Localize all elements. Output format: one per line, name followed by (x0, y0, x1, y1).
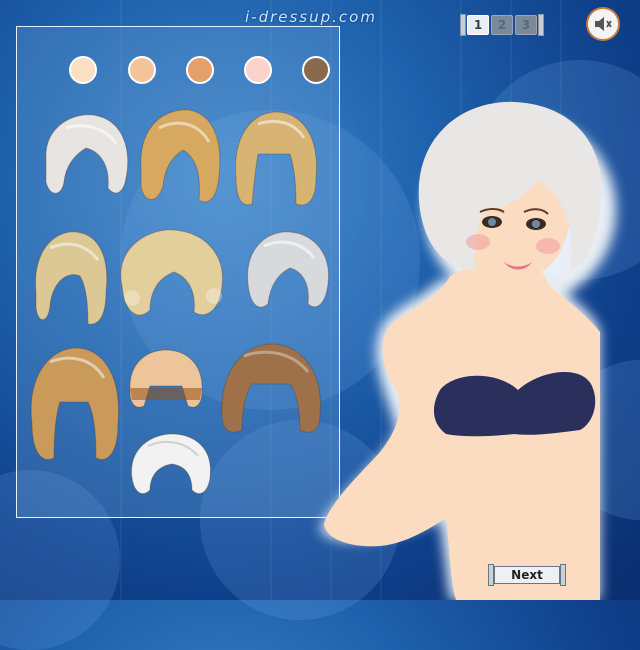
pager-left-cap (460, 14, 466, 36)
sound-toggle-button[interactable] (586, 7, 620, 41)
hairstyle-option-10[interactable] (126, 432, 216, 498)
page-selector: 1 2 3 (460, 13, 544, 37)
dressup-model (320, 101, 616, 600)
page-button-2[interactable]: 2 (491, 15, 513, 35)
next-button[interactable]: Next (488, 564, 566, 586)
skin-tone-swatch-2[interactable] (128, 56, 156, 84)
next-button-label: Next (494, 566, 560, 584)
skin-tone-swatch-1[interactable] (69, 56, 97, 84)
hairstyle-option-7[interactable] (24, 344, 124, 466)
hairstyle-option-1[interactable] (36, 108, 134, 204)
skin-tone-swatch-3[interactable] (186, 56, 214, 84)
speaker-muted-icon (595, 17, 612, 31)
page-button-3[interactable]: 3 (515, 15, 537, 35)
hairstyle-option-2[interactable] (135, 106, 225, 210)
page-button-1[interactable]: 1 (467, 15, 489, 35)
skin-tone-swatch-5[interactable] (302, 56, 330, 84)
hairstyle-option-8[interactable] (126, 348, 206, 412)
site-logo[interactable]: i-dressup.com (245, 8, 377, 26)
skin-tone-swatch-4[interactable] (244, 56, 272, 84)
hairstyle-option-4[interactable] (30, 226, 112, 330)
hairstyle-option-5[interactable] (114, 226, 230, 326)
next-button-right-cap (560, 564, 566, 586)
pager-right-cap (538, 14, 544, 36)
